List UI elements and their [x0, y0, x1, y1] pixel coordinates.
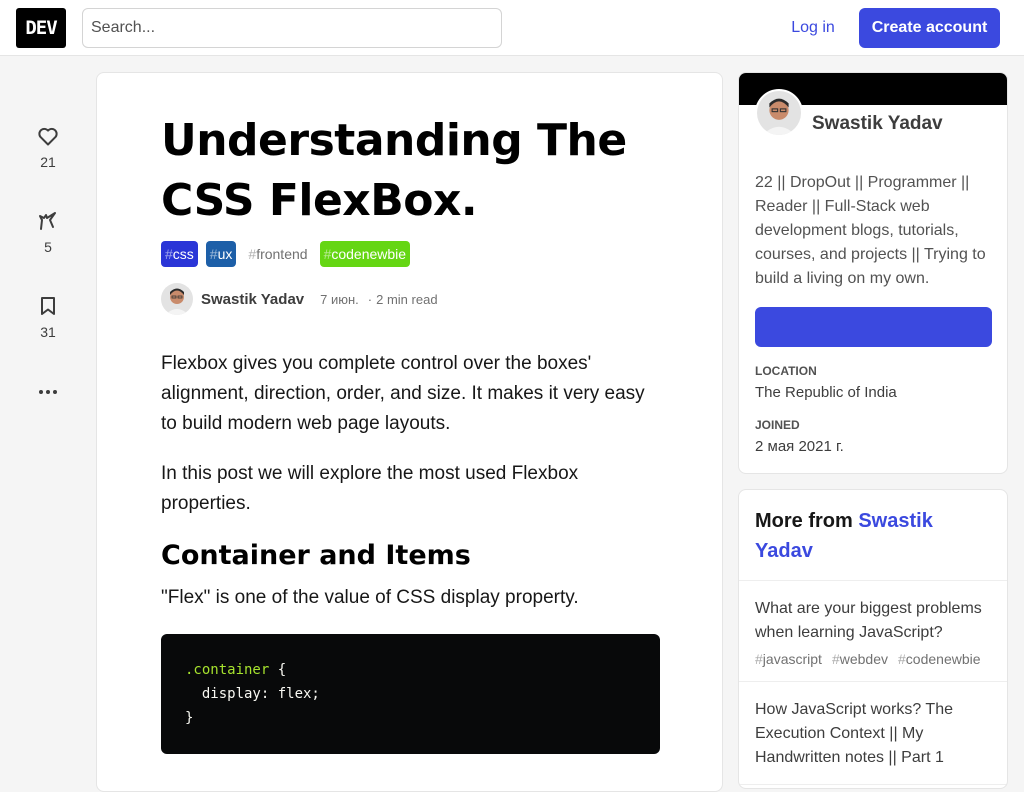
bookmark-count: 31 [40, 324, 56, 340]
hash-symbol: # [831, 651, 840, 667]
tag-css[interactable]: #css [161, 241, 198, 267]
tag-codenewbie[interactable]: #codenewbie [319, 241, 411, 267]
article-body: Flexbox gives you complete control over … [161, 349, 661, 633]
hash-symbol: # [323, 246, 332, 262]
tag-label: codenewbie [905, 651, 981, 667]
paragraph: Flexbox gives you complete control over … [161, 353, 645, 434]
paragraph: "Flex" is one of the value of CSS displa… [161, 587, 579, 608]
location-label: LOCATION [755, 364, 817, 378]
article-card: Understanding The CSS FlexBox. #css #ux #f… [96, 72, 723, 792]
more-from-heading: More from Swastik Yadav [739, 490, 1007, 581]
profile-avatar[interactable] [755, 89, 803, 137]
read-time: 2 min read [376, 291, 438, 307]
unicorn-reaction[interactable]: 5 [20, 207, 76, 255]
meta-separator: · [367, 291, 373, 307]
login-link[interactable]: Log in [776, 8, 850, 48]
related-tag-webdev[interactable]: #webdev [832, 651, 888, 667]
article-tags: #css #ux #frontend #codenewbie [161, 241, 411, 267]
profile-name[interactable]: Swastik Yadav [812, 113, 943, 135]
publish-date: 7 июн. [320, 291, 359, 307]
hash-symbol: # [898, 651, 906, 667]
related-tag-javascript[interactable]: #javascript [755, 651, 822, 667]
dev-logo[interactable]: DEV [16, 8, 66, 48]
heart-icon [20, 122, 76, 150]
unicorn-count: 5 [44, 239, 52, 255]
more-from-prefix: More from [755, 510, 859, 532]
author-name[interactable]: Swastik Yadav [201, 291, 304, 308]
ellipsis-icon [20, 378, 76, 406]
like-reaction[interactable]: 21 [20, 122, 76, 170]
unicorn-icon [20, 207, 76, 235]
related-post-title[interactable]: How JavaScript works? The Execution Cont… [755, 698, 991, 770]
tag-label: frontend [256, 246, 308, 262]
tag-label: javascript [762, 651, 822, 667]
article-author: Swastik Yadav 7 июн. · 2 min read [161, 283, 438, 315]
related-post-title[interactable]: What are your biggest problems when lear… [755, 597, 991, 645]
location-value: The Republic of India [755, 384, 897, 401]
hash-symbol: # [755, 651, 763, 667]
tag-label: css [172, 246, 194, 262]
tag-ux[interactable]: #ux [205, 241, 237, 267]
hash-symbol: # [248, 246, 257, 262]
top-header: DEV Log in Create account [0, 0, 1024, 56]
bookmark-icon [20, 292, 76, 320]
section-heading: Container and Items [161, 540, 471, 571]
code-selector: .container [185, 662, 270, 678]
joined-value: 2 мая 2021 г. [755, 438, 844, 455]
tag-label: codenewbie [331, 246, 407, 262]
related-post-item[interactable]: What are your biggest problems when lear… [739, 581, 1007, 682]
related-tag-codenewbie[interactable]: #codenewbie [898, 651, 981, 667]
article-title: Understanding The CSS FlexBox. [161, 115, 627, 226]
paragraph: In this post we will explore the most us… [161, 463, 579, 514]
search-input[interactable] [82, 8, 502, 48]
code-line: } [185, 710, 194, 726]
hash-symbol: # [165, 246, 173, 262]
tag-label: ux [217, 246, 233, 262]
more-options-button[interactable] [20, 378, 76, 406]
follow-button[interactable] [755, 307, 992, 347]
tag-label: webdev [839, 651, 888, 667]
more-from-author-card: More from Swastik Yadav What are your bi… [738, 489, 1008, 789]
code-line: display: flex; [185, 686, 320, 702]
code-block: .container { display: flex; } [161, 634, 660, 754]
author-avatar[interactable] [161, 283, 193, 315]
like-count: 21 [40, 154, 56, 170]
related-post-tags: #javascript #webdev #codenewbie [755, 651, 991, 667]
code-line: .container { [185, 658, 636, 682]
profile-bio: 22 || DropOut || Programmer || Reader ||… [755, 174, 986, 287]
tag-frontend[interactable]: #frontend [244, 241, 312, 267]
related-post-item[interactable]: How JavaScript works? The Execution Cont… [739, 682, 1007, 785]
create-account-button[interactable]: Create account [859, 8, 1000, 48]
author-profile-card: Swastik Yadav 22 || DropOut || Programme… [738, 72, 1008, 474]
code-text: { [269, 662, 287, 678]
bookmark-reaction[interactable]: 31 [20, 292, 76, 340]
hash-symbol: # [209, 246, 218, 262]
joined-label: JOINED [755, 418, 800, 432]
